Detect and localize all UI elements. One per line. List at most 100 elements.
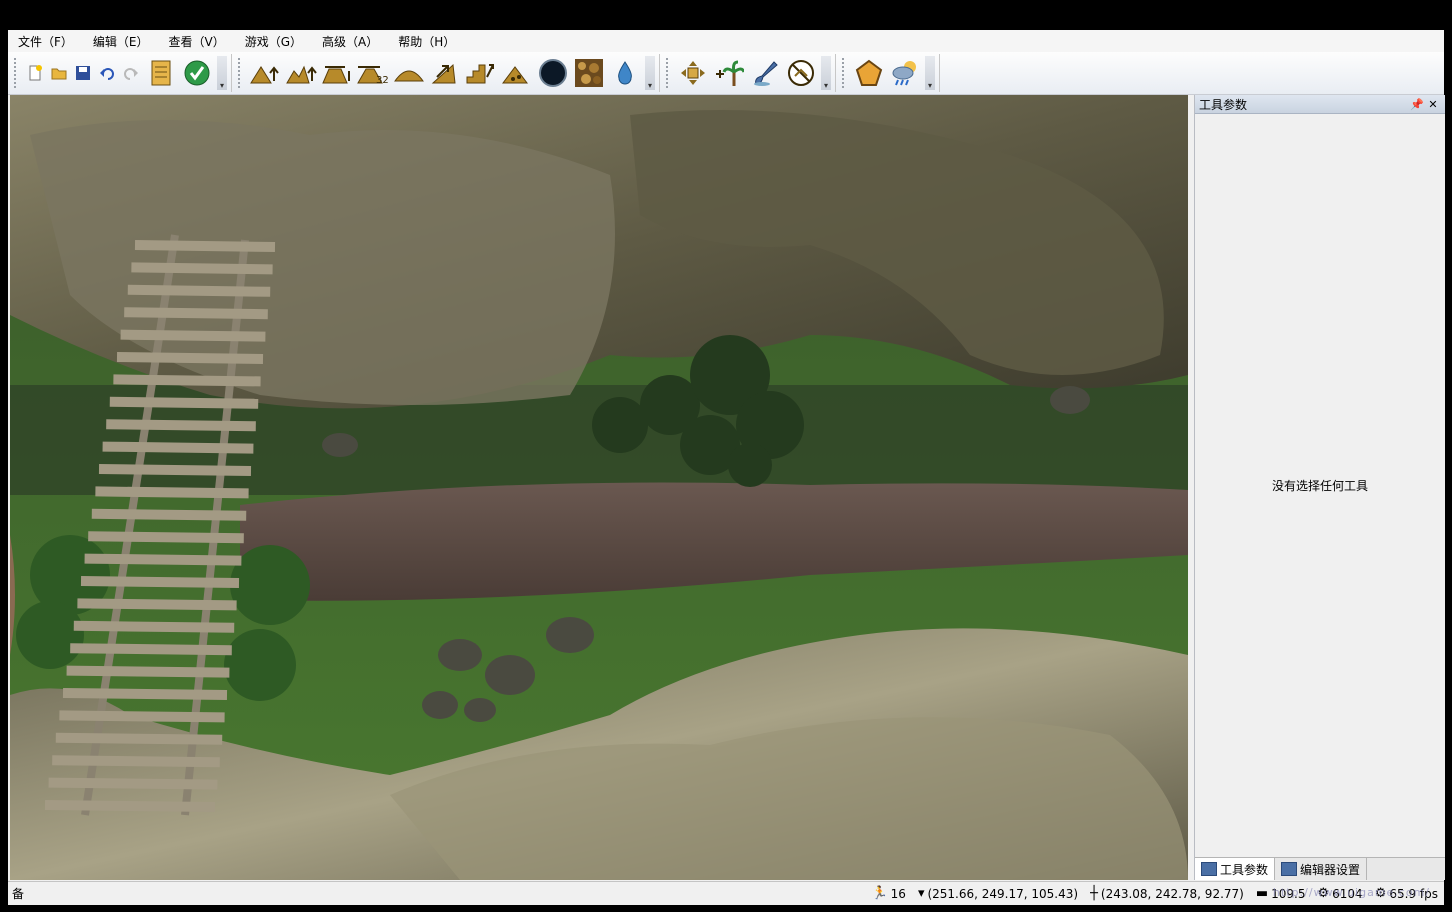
toolbar-overflow-button[interactable]: ▾ [925,56,935,90]
polygon-icon[interactable] [851,56,887,90]
tool-params-panel: 工具参数 📌 ✕ 没有选择任何工具 工具参数 编辑器设置 [1194,95,1445,880]
ladder-rung [70,643,232,656]
undo-icon[interactable] [95,56,119,90]
ramp-terrain-icon[interactable] [427,56,463,90]
ladder-rung [44,800,216,812]
menu-advanced[interactable]: 高级（A） [312,33,388,50]
panel-body: 没有选择任何工具 [1195,114,1445,856]
erode-terrain-icon[interactable] [499,56,535,90]
toolbar-grip[interactable] [14,58,19,88]
flatten-terrain-icon[interactable] [319,56,355,90]
water-drop-icon[interactable] [607,56,643,90]
cursor-position-value: (251.66, 249.17, 105.43) [927,886,1079,901]
terrain-scene[interactable] [10,95,1188,880]
ladder-rung [66,665,230,678]
ladder-rung [124,307,268,320]
watermark: http://www.uigame.com/ [1272,886,1430,899]
smooth-terrain-icon[interactable] [391,56,427,90]
panel-header: 工具参数 📌 ✕ [1195,95,1445,114]
tab-label: 工具参数 [1220,862,1269,877]
ladder-rung [98,464,252,476]
ladder-rung [134,240,276,252]
ladder-rung [95,486,249,499]
status-message: 备 [12,887,25,901]
hole-icon[interactable] [535,56,571,90]
tool-params-tab-icon [1201,862,1217,876]
panel-tabs: 工具参数 编辑器设置 [1195,857,1445,880]
ladder-rung [62,688,228,700]
notes-icon[interactable] [143,56,179,90]
status-bar: 备 🏃 16 ▾ (251.66, 249.17, 105.43) ┼ (243… [8,881,1444,905]
ladder-rung [131,262,273,275]
terrain-32-icon[interactable]: 32 [355,56,391,90]
save-icon[interactable] [71,56,95,90]
ladder-rung [84,553,242,566]
ladder-rung [116,352,264,364]
move-object-icon[interactable] [675,56,711,90]
checkmark-icon[interactable] [179,56,215,90]
running-icon: 🏃 [871,886,888,901]
raise-terrain-icon[interactable] [247,56,283,90]
weather-icon[interactable] [887,56,923,90]
tab-editor-settings[interactable]: 编辑器设置 [1275,858,1368,880]
toolbar-overflow-button[interactable]: ▾ [217,56,227,90]
new-file-icon[interactable] [23,56,47,90]
editor-settings-tab-icon [1281,862,1298,876]
toolbar-overflow-button[interactable]: ▾ [821,56,831,90]
toolbar-grip[interactable] [238,58,243,88]
menu-help[interactable]: 帮助（H） [388,33,465,50]
menu-view[interactable]: 查看（V） [159,33,235,50]
scene-viewport[interactable] [10,95,1188,880]
ladder-rung [102,441,254,454]
toolbar-grip[interactable] [842,58,847,88]
stairs-terrain-icon[interactable] [463,56,499,90]
open-folder-icon[interactable] [47,56,71,90]
camera-position: ┼ (243.08, 242.78, 92.77) [1084,886,1250,901]
pin-icon[interactable]: 📌 [1409,98,1425,111]
toolbar-group-objects: ▾ [660,54,836,92]
ladder-rung [120,329,266,342]
ladder-rung [109,396,259,409]
cursor-position: ▾ (251.66, 249.17, 105.43) [912,886,1084,901]
ladder-rung [113,374,261,387]
crosshair-icon: ┼ [1090,886,1098,901]
toolbar-overflow-button[interactable]: ▾ [645,56,655,90]
empty-tool-message: 没有选择任何工具 [1271,478,1368,493]
speed-indicator: 🏃 16 [865,886,911,901]
add-vegetation-icon[interactable] [711,56,747,90]
panel-title: 工具参数 [1199,97,1248,112]
toolbar-group-file: ▾ [8,54,232,92]
tab-label: 编辑器设置 [1300,862,1361,877]
raise-terrain-alt-icon[interactable] [283,56,319,90]
menu-file[interactable]: 文件（F） [8,33,83,50]
ladder-rung [59,710,225,723]
speed-value: 16 [890,886,906,901]
paint-brush-icon[interactable] [747,56,783,90]
camera-position-value: (243.08, 242.78, 92.77) [1100,886,1244,901]
ladder-rung [48,777,218,790]
redo-icon[interactable] [119,56,143,90]
ladder-rung [91,508,247,521]
toolbar-group-terrain: 32 ▾ [232,54,660,92]
terrain-32-label: 32 [376,75,389,85]
menu-game[interactable]: 游戏（G） [235,33,312,50]
toolbar-grip[interactable] [666,58,671,88]
menu-bar: 文件（F） 编辑（E） 查看（V） 游戏（G） 高级（A） 帮助（H） [8,30,1444,52]
ladder-rung [52,755,220,768]
toolbar-group-environment: ▾ [836,54,940,92]
tab-tool-params[interactable]: 工具参数 [1195,858,1276,880]
close-icon[interactable]: ✕ [1425,98,1441,111]
ladder-rung [55,732,223,745]
menu-edit[interactable]: 编辑（E） [83,33,159,50]
main-toolbar: ▾ 32 ▾ ▾ ▾ [8,52,1444,95]
ladder-rung [88,531,244,544]
ladder-rung [80,576,240,588]
ladder-rung [106,419,256,432]
cursor-marker-icon: ▾ [917,886,925,901]
no-tool-icon[interactable] [783,56,819,90]
ladder-rung [77,598,237,611]
texture-icon[interactable] [571,56,607,90]
ladder-rung [127,284,271,297]
editor-window: 文件（F） 编辑（E） 查看（V） 游戏（G） 高级（A） 帮助（H） ▾ 32 [8,30,1445,905]
ruler-icon: ▬ [1255,886,1269,901]
